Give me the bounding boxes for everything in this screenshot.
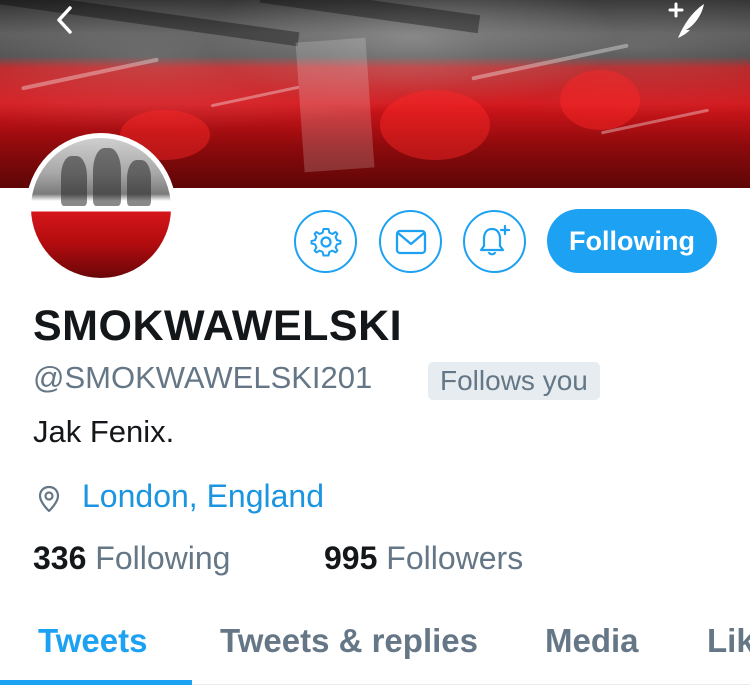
tab-tweets[interactable]: Tweets	[38, 622, 147, 660]
avatar[interactable]	[26, 133, 176, 283]
profile-name: SMOKWAWELSKI	[33, 302, 403, 350]
compose-tweet-button[interactable]	[660, 0, 710, 44]
back-button[interactable]	[46, 2, 86, 42]
avatar-image	[31, 138, 171, 278]
profile-handle: @SMOKWAWELSKI201	[33, 360, 373, 395]
following-button[interactable]: Following	[547, 209, 717, 273]
settings-button[interactable]	[294, 210, 357, 273]
tab-media[interactable]: Media	[545, 622, 639, 660]
followers-stat-label: Followers	[386, 540, 524, 576]
bell-plus-icon	[479, 224, 510, 255]
following-stat[interactable]: 336 Following	[33, 540, 230, 577]
following-count: 336	[33, 540, 87, 576]
following-stat-label: Following	[95, 540, 231, 576]
tab-tweets-and-replies[interactable]: Tweets & replies	[220, 622, 478, 660]
notifications-button[interactable]	[463, 210, 526, 273]
gear-icon	[310, 227, 341, 256]
followers-count: 995	[324, 540, 378, 576]
tab-likes[interactable]: Lik	[707, 622, 750, 660]
envelope-icon	[395, 229, 426, 254]
active-tab-indicator	[0, 680, 192, 685]
message-button[interactable]	[379, 210, 442, 273]
followers-stat[interactable]: 995 Followers	[324, 540, 523, 577]
profile-bio: Jak Fenix.	[33, 414, 175, 449]
following-button-label: Following	[569, 225, 695, 256]
chevron-left-icon	[57, 6, 72, 34]
follows-you-badge: Follows you	[428, 362, 600, 400]
profile-location-link[interactable]: London, England	[82, 478, 324, 515]
feather-plus-icon	[668, 2, 704, 38]
location-pin-icon	[38, 485, 60, 513]
